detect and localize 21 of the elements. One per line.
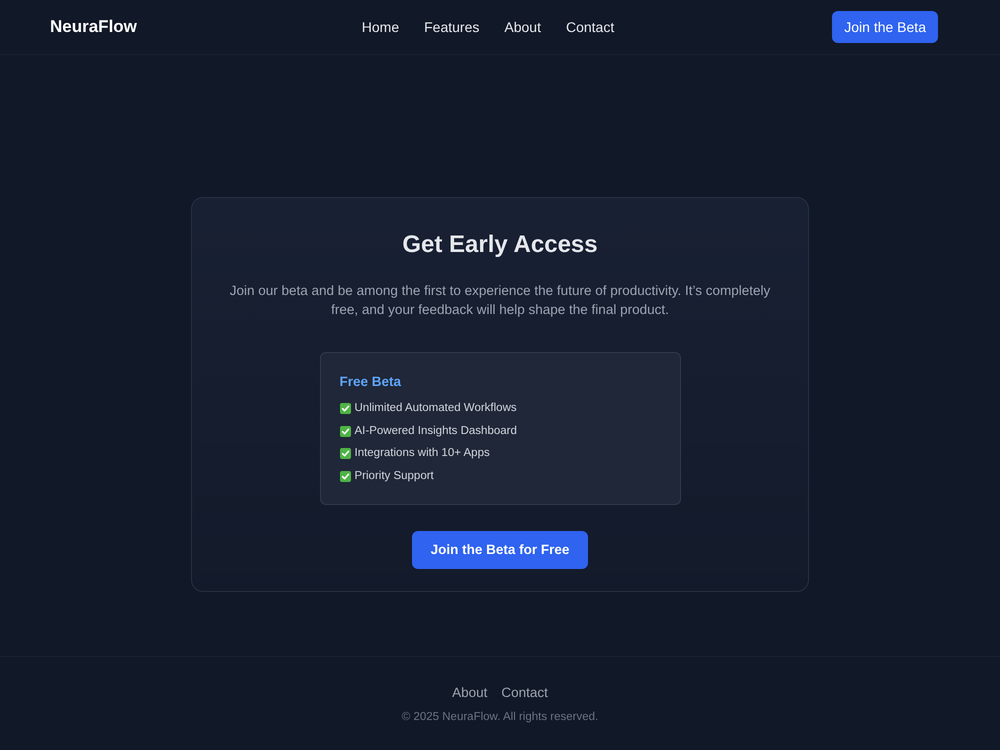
copyright-text: © 2025 NeuraFlow. All rights reserved. <box>402 710 598 725</box>
feature-text: Unlimited Automated Workflows <box>354 401 517 416</box>
plan-name: Free Beta <box>340 374 402 390</box>
footer-link[interactable]: Contact <box>501 684 548 702</box>
check-icon <box>340 426 350 437</box>
check-icon <box>340 470 350 482</box>
join-beta-free-button[interactable]: Join the Beta for Free <box>412 531 588 569</box>
feature-text: AI-Powered Insights Dashboard <box>354 424 517 438</box>
check-icon <box>340 403 350 414</box>
feature-text: Priority Support <box>354 468 434 484</box>
nav-link[interactable]: Contact <box>566 16 614 38</box>
feature-text: Integrations with 10+ Apps <box>354 446 490 461</box>
logo[interactable]: NeuraFlow <box>50 14 137 40</box>
card-description: Join our beta and be among the first to experience the future of productivity. It’s completely free, and your feedback will help shape the final product. <box>228 282 772 319</box>
check-icon <box>340 448 350 460</box>
join-beta-button[interactable]: Join the Beta <box>832 11 938 43</box>
nav-link[interactable]: About <box>504 16 541 38</box>
footer-link[interactable]: About <box>452 684 488 702</box>
nav-link[interactable]: Home <box>362 16 400 38</box>
nav-link[interactable]: Features <box>424 16 480 38</box>
card-title: Get Early Access <box>402 230 598 260</box>
